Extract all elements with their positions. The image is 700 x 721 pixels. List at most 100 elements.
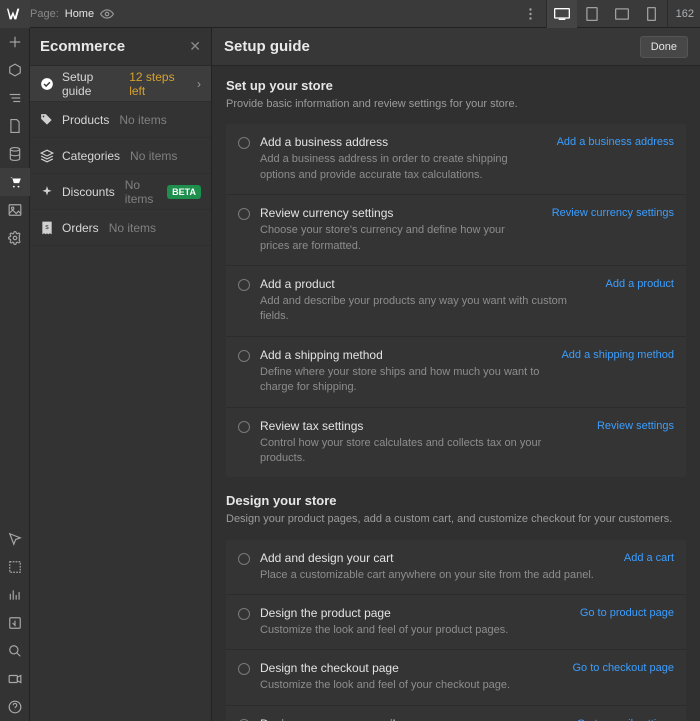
sparkle-icon <box>40 185 54 199</box>
step-action-link[interactable]: Go to checkout page <box>572 662 674 674</box>
nav-sub: No items <box>119 113 166 127</box>
step-radio-icon[interactable] <box>238 421 250 433</box>
viewport-desktop-icon[interactable] <box>547 0 577 28</box>
section-desc: Design your product pages, add a custom … <box>226 512 686 527</box>
tag-icon <box>40 113 54 127</box>
step-title: Review tax settings <box>260 419 579 433</box>
add-icon[interactable] <box>0 28 30 56</box>
step-title: Review currency settings <box>260 206 534 220</box>
step-action-link[interactable]: Add a shipping method <box>561 349 674 361</box>
help-icon[interactable] <box>0 693 30 721</box>
step-desc: Customize the look and feel of your prod… <box>260 623 562 638</box>
app-logo[interactable] <box>0 0 30 28</box>
video-icon[interactable] <box>0 665 30 693</box>
preview-icon[interactable] <box>100 7 114 21</box>
step-row: Add a product Add and describe your produ… <box>226 266 686 337</box>
step-radio-icon[interactable] <box>238 663 250 675</box>
ecommerce-panel: Ecommerce ✕ Setup guide 12 steps left › Pro… <box>30 28 212 721</box>
step-row: Design ecommerce emailsCustomize the des… <box>226 706 686 721</box>
symbols-icon[interactable] <box>0 56 30 84</box>
step-desc: Control how your store calculates and co… <box>260 436 579 467</box>
step-radio-icon[interactable] <box>238 608 250 620</box>
assets-icon[interactable] <box>0 196 30 224</box>
step-action-link[interactable]: Add a business address <box>557 136 674 148</box>
nav-label: Orders <box>62 221 99 235</box>
beta-badge: BETA <box>167 185 201 199</box>
step-radio-icon[interactable] <box>238 137 250 149</box>
nav-label: Discounts <box>62 185 115 199</box>
panel-title: Ecommerce <box>40 38 189 55</box>
backup-icon[interactable] <box>0 609 30 637</box>
step-row: Design the checkout page Customize the lo… <box>226 650 686 705</box>
guides-icon[interactable] <box>0 553 30 581</box>
nav-sub: No items <box>130 149 177 163</box>
step-radio-icon[interactable] <box>238 279 250 291</box>
step-desc: Customize the look and feel of your chec… <box>260 678 554 693</box>
step-title: Design the product page <box>260 606 562 620</box>
nav-accent: 12 steps left <box>129 70 189 98</box>
step-title: Design ecommerce emails <box>260 717 559 721</box>
page-label: Page: <box>30 8 59 20</box>
nav-label: Products <box>62 113 109 127</box>
step-title: Add a business address <box>260 135 539 149</box>
nav-item-orders[interactable]: $ Orders No items <box>30 210 211 246</box>
step-desc: Choose your store's currency and define … <box>260 223 534 254</box>
done-button[interactable]: Done <box>640 36 688 58</box>
search-icon[interactable] <box>0 637 30 665</box>
audit-icon[interactable] <box>0 581 30 609</box>
step-action-link[interactable]: Review currency settings <box>552 207 674 219</box>
step-action-link[interactable]: Review settings <box>597 420 674 432</box>
step-radio-icon[interactable] <box>238 553 250 565</box>
step-radio-icon[interactable] <box>238 208 250 220</box>
section-title: Design your store <box>226 491 686 508</box>
step-title: Add a shipping method <box>260 348 543 362</box>
step-action-link[interactable]: Add a cart <box>624 552 674 564</box>
section-title: Set up your store <box>226 76 686 93</box>
step-action-link[interactable]: Add a product <box>606 278 675 290</box>
nav-item-discounts[interactable]: Discounts No items BETA <box>30 174 211 210</box>
step-row: Add a shipping methodDefine where your s… <box>226 337 686 408</box>
pages-icon[interactable] <box>0 112 30 140</box>
ecommerce-icon[interactable] <box>0 168 30 196</box>
step-title: Design the checkout page <box>260 661 554 675</box>
main-title: Setup guide <box>224 38 640 55</box>
step-row: Add and design your cart Place a customiz… <box>226 540 686 595</box>
section-desc: Provide basic information and review set… <box>226 97 686 112</box>
step-row: Design the product page Customize the loo… <box>226 595 686 650</box>
nav-label: Categories <box>62 149 120 163</box>
icon-rail <box>0 28 30 721</box>
cms-icon[interactable] <box>0 140 30 168</box>
step-desc: Add and describe your products any way y… <box>260 294 588 325</box>
page-name[interactable]: Home <box>65 8 94 20</box>
nav-item-categories[interactable]: Categories No items <box>30 138 211 174</box>
nav-item-products[interactable]: Products No items <box>30 102 211 138</box>
zoom-value[interactable]: 162 <box>668 8 700 20</box>
step-title: Add a product <box>260 277 588 291</box>
check-circle-icon <box>40 77 54 91</box>
step-row: Review tax settings Control how your stor… <box>226 408 686 478</box>
step-radio-icon[interactable] <box>238 350 250 362</box>
section: Set up your store Provide basic informati… <box>226 76 686 477</box>
step-row: Add a business address Add a business add… <box>226 124 686 195</box>
step-desc: Add a business address in order to creat… <box>260 152 539 183</box>
receipt-icon: $ <box>40 221 54 235</box>
nav-label: Setup guide <box>62 70 121 98</box>
section: Design your store Design your product pag… <box>226 491 686 721</box>
step-desc: Place a customizable cart anywhere on yo… <box>260 568 606 583</box>
nav-item-setup-guide[interactable]: Setup guide 12 steps left › <box>30 66 211 102</box>
nav-sub: No items <box>125 178 159 206</box>
viewport-tablet-landscape-icon[interactable] <box>607 0 637 28</box>
chevron-right-icon: › <box>197 77 201 91</box>
settings-icon[interactable] <box>0 224 30 252</box>
stack-icon <box>40 149 54 163</box>
step-action-link[interactable]: Go to product page <box>580 607 674 619</box>
topbar: Page: Home 162 <box>0 0 700 28</box>
viewport-mobile-icon[interactable] <box>637 0 667 28</box>
step-title: Add and design your cart <box>260 551 606 565</box>
navigator-icon[interactable] <box>0 84 30 112</box>
nav-sub: No items <box>109 221 156 235</box>
viewport-tablet-icon[interactable] <box>577 0 607 28</box>
inspect-icon[interactable] <box>0 525 30 553</box>
more-icon[interactable] <box>516 0 546 28</box>
close-icon[interactable]: ✕ <box>189 38 201 55</box>
